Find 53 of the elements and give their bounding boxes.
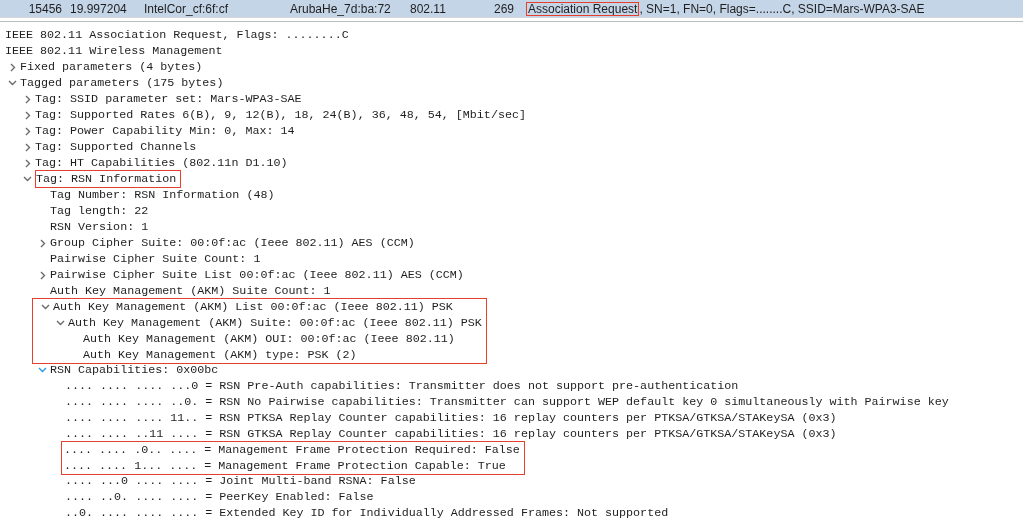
- tree-item-text[interactable]: Auth Key Management (AKM) List 00:0f:ac (Ieee 802.11) PSK: [53, 298, 453, 315]
- chevron-down-icon[interactable]: [56, 319, 65, 326]
- tree-item-text[interactable]: IEEE 802.11 Association Request, Flags: ........C: [0, 27, 349, 43]
- packet-destination: ArubaHe_7d:ba:72: [290, 1, 392, 16]
- chevron-down-icon[interactable]: [8, 80, 17, 86]
- chevron-right-icon[interactable]: [39, 238, 46, 248]
- chevron-down-icon[interactable]: [38, 367, 47, 373]
- tree-item-text[interactable]: .... .... 1... .... = Management Frame Protection Capable: True: [64, 457, 506, 474]
- tree-item-text[interactable]: .... .... .... ..0. = RSN No Pairwise capabilities: Transmitter can support WEP default key 0 simultaneously with Pairwise key: [65, 394, 949, 410]
- tree-item-text[interactable]: Tag: Supported Channels: [35, 139, 197, 155]
- tree-item-text[interactable]: Tag: Power Capability Min: 0, Max: 14: [35, 123, 295, 139]
- tree-item-text[interactable]: Tagged parameters (175 bytes): [20, 75, 224, 91]
- chevron-down-icon[interactable]: [41, 303, 50, 310]
- packet-protocol: 802.11: [410, 1, 447, 16]
- chevron-right-icon[interactable]: [24, 158, 31, 168]
- packet-info: , SN=1, FN=0, Flags=........C, SSID=Mars-WPA3-SAE: [639, 1, 925, 16]
- packet-row[interactable]: 15456 19.997204 IntelCor_cf:6f:cf ArubaHe_7d:ba:72 802.11 269 Association Request , SN=1, FN=0, Flags=........C, SSID=Mars-WPA3-SAE: [0, 0, 1023, 18]
- tree-item-text[interactable]: Fixed parameters (4 bytes): [20, 59, 203, 75]
- tree-item-text[interactable]: .... .... .... 11.. = RSN PTKSA Replay Counter capabilities: 16 replay counters per PTKSA/GTKSA/STAKeySA (0x3): [65, 410, 837, 426]
- tree-item-text[interactable]: .... .... .0.. .... = Management Frame Protection Required: False: [64, 441, 520, 458]
- tree-item-text[interactable]: Tag: SSID parameter set: Mars-WPA3-SAE: [35, 91, 302, 107]
- chevron-right-icon[interactable]: [24, 142, 31, 152]
- tree-item-text[interactable]: Pairwise Cipher Suite Count: 1: [50, 251, 261, 267]
- tree-item-text[interactable]: Auth Key Management (AKM) OUI: 00:0f:ac (Ieee 802.11): [83, 330, 455, 347]
- tree-item-text[interactable]: Auth Key Management (AKM) Suite: 00:0f:ac (Ieee 802.11) PSK: [68, 314, 482, 331]
- tree-item-text[interactable]: ..0. .... .... .... = Extended Key ID for Individually Addressed Frames: Not supported: [65, 505, 669, 521]
- chevron-right-icon[interactable]: [9, 62, 16, 72]
- packet-time: 19.997204: [69, 1, 128, 16]
- highlighted-info-text: Association Request: [526, 1, 640, 16]
- tree-item-text[interactable]: Group Cipher Suite: 00:0f:ac (Ieee 802.11) AES (CCM): [50, 235, 415, 251]
- tree-item-text[interactable]: RSN Capabilities: 0x00bc: [50, 362, 219, 378]
- chevron-right-icon[interactable]: [24, 126, 31, 136]
- tree-item-text[interactable]: Tag: HT Capabilities (802.11n D1.10): [35, 155, 288, 171]
- tree-item-text[interactable]: .... .... .... ...0 = RSN Pre-Auth capabilities: Transmitter does not support pre-authentication: [65, 378, 739, 394]
- tree-item-text[interactable]: Auth Key Management (AKM) Suite Count: 1: [50, 283, 331, 299]
- chevron-right-icon[interactable]: [39, 270, 46, 280]
- tree-item-text[interactable]: Tag: Supported Rates 6(B), 9, 12(B), 18, 24(B), 36, 48, 54, [Mbit/sec]: [35, 107, 526, 123]
- chevron-down-icon[interactable]: [23, 176, 32, 182]
- tree-item-text[interactable]: RSN Version: 1: [50, 219, 149, 235]
- tree-item-text[interactable]: IEEE 802.11 Wireless Management: [0, 43, 223, 59]
- tree-item-text[interactable]: .... ..0. .... .... = PeerKey Enabled: False: [65, 489, 374, 505]
- chevron-right-icon[interactable]: [24, 94, 31, 104]
- tree-item-text[interactable]: .... ...0 .... .... = Joint Multi-band RSNA: False: [65, 473, 416, 489]
- tree-item-text[interactable]: Tag length: 22: [50, 203, 149, 219]
- tree-item-text[interactable]: Tag: RSN Information: [36, 171, 177, 187]
- packet-source: IntelCor_cf:6f:cf: [144, 1, 230, 16]
- tree-item-text[interactable]: .... .... ..11 .... = RSN GTKSA Replay Counter capabilities: 16 replay counters per PTKSA/GTKSA/STAKeySA (0x3): [65, 426, 837, 442]
- chevron-right-icon[interactable]: [24, 110, 31, 120]
- packet-length: 269: [492, 1, 515, 16]
- packet-number: 15456: [27, 1, 62, 16]
- tree-item-text[interactable]: Tag Number: RSN Information (48): [50, 187, 275, 203]
- tree-item-text[interactable]: Pairwise Cipher Suite List 00:0f:ac (Ieee 802.11) AES (CCM): [50, 267, 464, 283]
- tree-item-text[interactable]: Auth Key Management (AKM) type: PSK (2): [83, 346, 357, 363]
